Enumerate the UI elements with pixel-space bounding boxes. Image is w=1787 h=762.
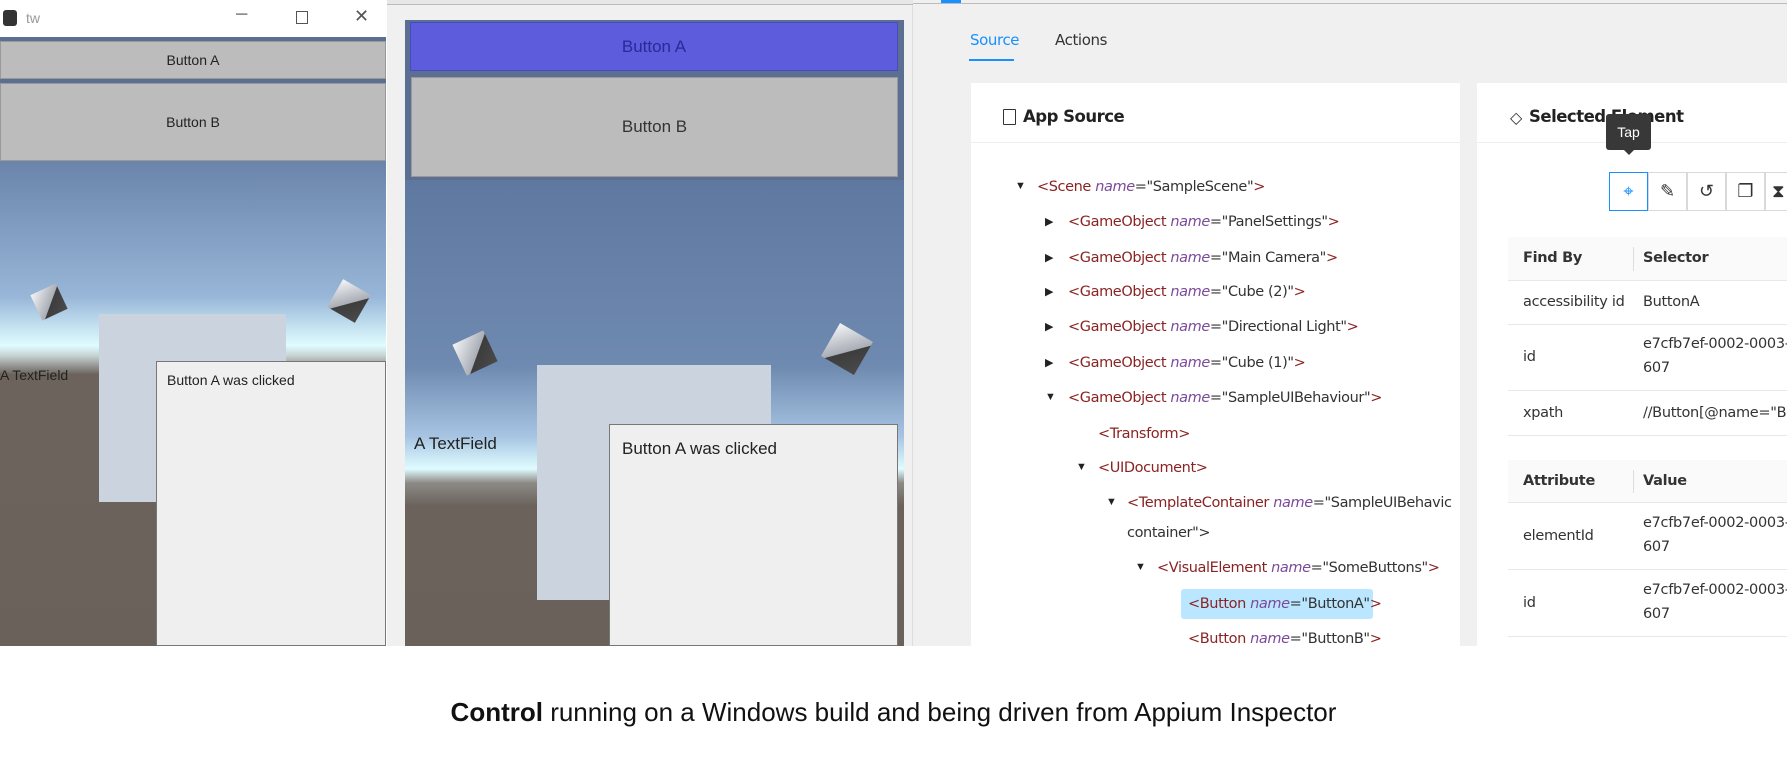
tree-node[interactable]: <VisualElement name="SomeButtons"> <box>1157 553 1440 583</box>
attributes-table-header: Attribute Value <box>1508 460 1787 503</box>
caret-right-icon[interactable]: ▶ <box>1045 356 1053 369</box>
tree-node[interactable]: <Transform> <box>1098 419 1190 449</box>
unity-window: tw ─ ✕ Button A Button B A TextField But… <box>0 0 386 646</box>
caret-down-icon[interactable]: ▼ <box>1106 496 1117 508</box>
caret-down-icon[interactable]: ▼ <box>1135 561 1146 573</box>
tap-icon: ⌖ <box>1623 181 1634 201</box>
tree-node[interactable]: <TemplateContainer name="SampleUIBehavic <box>1127 488 1452 518</box>
tree-node[interactable]: <GameObject name="PanelSettings"> <box>1068 207 1340 237</box>
tree-node[interactable]: <GameObject name="SampleUIBehaviour"> <box>1068 383 1382 413</box>
find_by-table-row[interactable]: xpath//Button[@name="Bu <box>1508 391 1787 436</box>
tree-node[interactable]: <UIDocument> <box>1098 453 1208 483</box>
active-tab-indicator <box>969 59 1014 61</box>
caret-right-icon[interactable]: ▶ <box>1045 320 1053 333</box>
textfield-label: A TextField <box>0 367 69 383</box>
caret-right-icon[interactable]: ▶ <box>1045 285 1053 298</box>
hourglass-icon: ⧗ <box>1772 181 1785 201</box>
minimize-button[interactable]: ─ <box>236 6 247 24</box>
caret-down-icon[interactable]: ▼ <box>1076 461 1087 473</box>
tree-node-wrap: container"> <box>1127 525 1211 541</box>
attributes-table-row[interactable]: elementId e7cfb7ef-0002-0003-0 607 <box>1508 503 1787 570</box>
clear-button[interactable]: ↺ <box>1687 172 1726 211</box>
timing-button[interactable]: ⧗ <box>1765 172 1787 211</box>
find_by-table-row[interactable]: accessibility id ButtonA <box>1508 281 1787 325</box>
find_by-table-header: Find By Selector <box>1508 237 1787 281</box>
title-bar: tw ─ ✕ <box>0 0 386 37</box>
find_by-table-row[interactable]: id e7cfb7ef-0002-0003-0 607 <box>1508 325 1787 391</box>
tree-node[interactable]: <GameObject name="Cube (1)"> <box>1068 348 1306 378</box>
output-textbox[interactable]: Button A was clicked <box>156 361 386 646</box>
device-output-textbox[interactable]: Button A was clicked <box>609 424 898 646</box>
app-source-title: App Source <box>1023 107 1125 126</box>
tree-node[interactable]: <Button name="ButtonB"> <box>1188 624 1382 654</box>
window-title: tw <box>26 10 40 26</box>
caption: Control running on a Windows build and b… <box>450 697 1337 727</box>
caret-down-icon[interactable]: ▼ <box>1045 391 1056 403</box>
attributes-table-row[interactable]: id e7cfb7ef-0002-0003-0 607 <box>1508 570 1787 637</box>
close-button[interactable]: ✕ <box>354 6 369 27</box>
tab-actions[interactable]: Actions <box>1055 31 1107 49</box>
copy-attributes-button[interactable]: ❐ <box>1726 172 1765 211</box>
maximize-button[interactable] <box>296 11 308 24</box>
tag-icon: ◇ <box>1510 110 1523 127</box>
caret-right-icon[interactable]: ▶ <box>1045 251 1053 264</box>
button-b[interactable]: Button B <box>0 83 386 161</box>
tree-node[interactable]: <Button name="ButtonA"> <box>1181 589 1382 619</box>
edit-icon: ✎ <box>1659 181 1676 201</box>
tree-node[interactable]: <GameObject name="Cube (2)"> <box>1068 277 1306 307</box>
tree-node[interactable]: <Scene name="SampleScene"> <box>1037 172 1265 202</box>
send-keys-button[interactable]: ✎ <box>1648 172 1687 211</box>
device-button-b[interactable]: Button B <box>411 77 898 177</box>
tab-source[interactable]: Source <box>970 31 1020 49</box>
tree-node[interactable]: <GameObject name="Directional Light"> <box>1068 312 1359 342</box>
tooltip-tap: Tap <box>1606 114 1651 150</box>
file-icon <box>1003 109 1016 125</box>
copy-icon: ❐ <box>1737 181 1754 201</box>
device-button-a[interactable]: Button A <box>410 22 898 71</box>
caret-right-icon[interactable]: ▶ <box>1045 215 1053 228</box>
button-a[interactable]: Button A <box>0 41 386 79</box>
tree-node[interactable]: <GameObject name="Main Camera"> <box>1068 243 1338 273</box>
device-textfield-label: A TextField <box>414 434 497 453</box>
tap-button[interactable]: ⌖ <box>1609 172 1648 211</box>
clear-icon: ↺ <box>1698 181 1715 201</box>
unity-logo-icon <box>3 10 17 26</box>
caret-down-icon[interactable]: ▼ <box>1015 180 1026 192</box>
